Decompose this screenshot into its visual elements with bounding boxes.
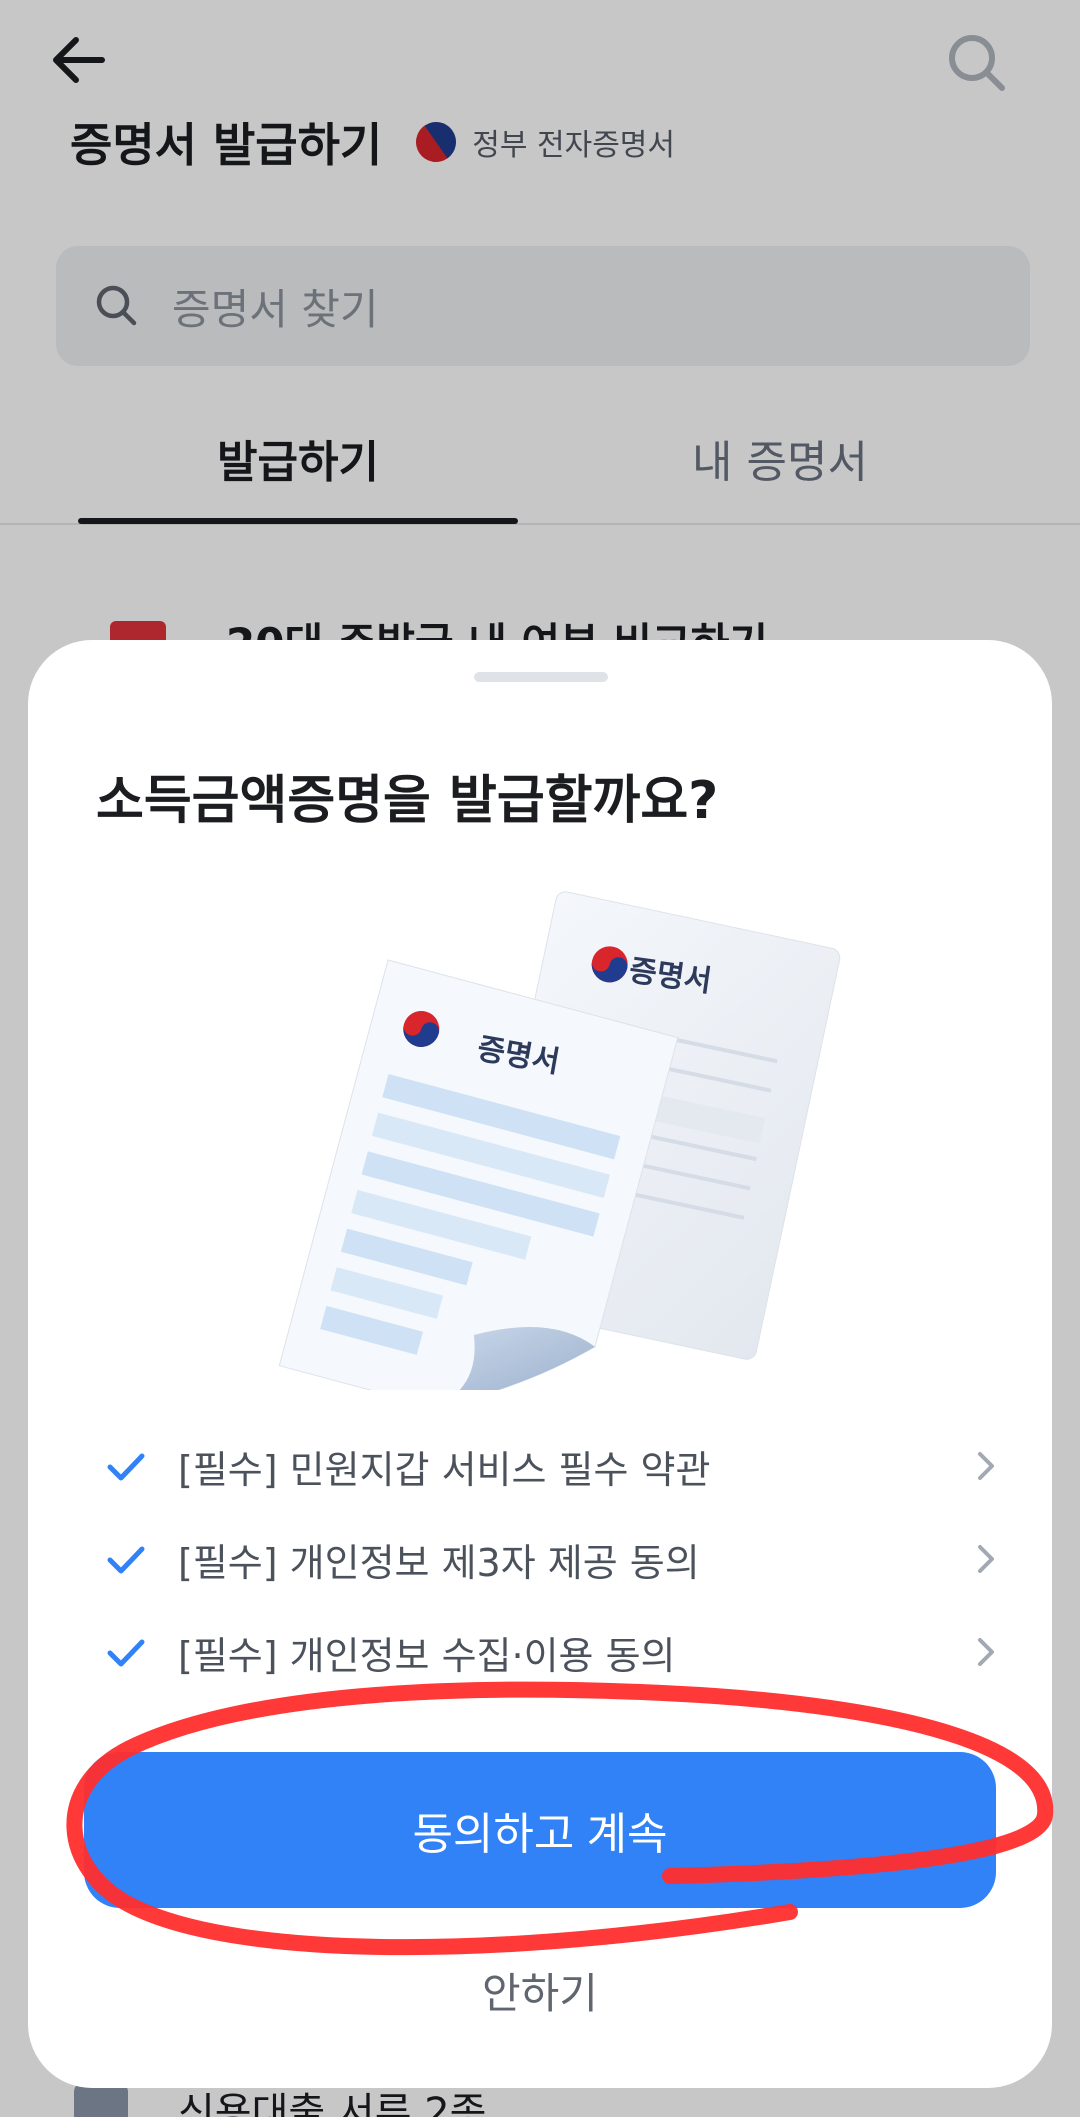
agreement-label: [필수] 개인정보 제3자 제공 동의 xyxy=(178,1541,700,1585)
agreement-item-third-party[interactable]: [필수] 개인정보 제3자 제공 동의 xyxy=(104,1513,1004,1606)
sheet-title: 소득금액증명을 발급할까요? xyxy=(96,771,719,831)
chevron-right-icon[interactable] xyxy=(968,1537,1004,1581)
checkmark-icon[interactable] xyxy=(104,1538,148,1582)
agreement-list: [필수] 민원지갑 서비스 필수 약관 [필수] 개인정보 제3자 제공 동의 … xyxy=(104,1420,1004,1699)
decline-button[interactable]: 안하기 xyxy=(84,1948,996,2032)
agreement-item-terms[interactable]: [필수] 민원지갑 서비스 필수 약관 xyxy=(104,1420,1004,1513)
agreement-item-collection[interactable]: [필수] 개인정보 수집·이용 동의 xyxy=(104,1606,1004,1699)
sheet-drag-handle[interactable] xyxy=(474,672,608,682)
checkmark-icon[interactable] xyxy=(104,1445,148,1489)
agreement-label: [필수] 민원지갑 서비스 필수 약관 xyxy=(178,1448,711,1492)
agree-continue-button[interactable]: 동의하고 계속 xyxy=(84,1752,996,1908)
chevron-right-icon[interactable] xyxy=(968,1630,1004,1674)
checkmark-icon[interactable] xyxy=(104,1631,148,1675)
agreement-label: [필수] 개인정보 수집·이용 동의 xyxy=(178,1634,676,1678)
certificate-illustration: 증명서 증명서 xyxy=(278,891,841,1390)
chevron-right-icon[interactable] xyxy=(968,1444,1004,1488)
bottom-sheet: 소득금액증명을 발급할까요? 증명서 증명서 [필수] 민원지갑 서비스 필수 … xyxy=(28,640,1052,2088)
